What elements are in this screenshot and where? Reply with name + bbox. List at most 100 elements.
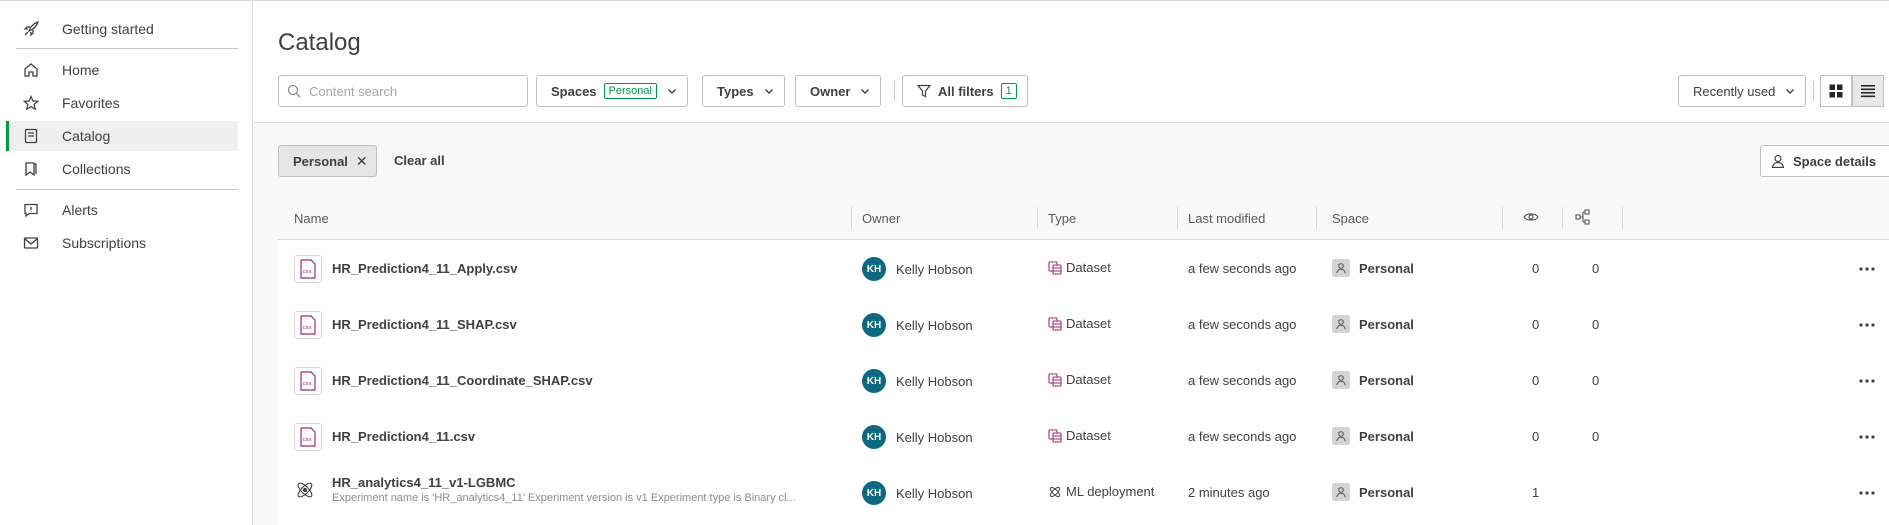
csv-file-icon: csv: [294, 311, 322, 339]
alert-icon: [22, 201, 40, 219]
toolbar-divider: [1813, 81, 1814, 101]
column-header-last-modified[interactable]: Last modified: [1188, 211, 1265, 226]
item-name[interactable]: HR_Prediction4_11_Coordinate_SHAP.csv: [332, 373, 593, 388]
clear-all-button[interactable]: Clear all: [394, 153, 445, 168]
item-name-cell: HR_analytics4_11_v1-LGBMC Experiment nam…: [332, 475, 802, 504]
item-name[interactable]: HR_Prediction4_11_SHAP.csv: [332, 317, 517, 332]
type-cell: Dataset: [1048, 428, 1111, 443]
owner-filter-button[interactable]: Owner: [795, 75, 882, 107]
all-filters-button[interactable]: All filters 1: [902, 75, 1028, 107]
space-name: Personal: [1359, 484, 1414, 500]
space-details-button[interactable]: Space details: [1760, 145, 1889, 177]
sidebar-item-getting-started[interactable]: Getting started: [6, 14, 238, 44]
sidebar-item-label: Favorites: [62, 95, 120, 111]
spaces-filter-button[interactable]: Spaces Personal: [536, 75, 688, 107]
more-options-icon[interactable]: [1855, 257, 1879, 281]
column-resizer[interactable]: [851, 207, 852, 229]
type-cell: Dataset: [1048, 372, 1111, 387]
search-input[interactable]: [309, 83, 509, 99]
item-name[interactable]: HR_Prediction4_11.csv: [332, 429, 475, 444]
main-panel: Catalog Spaces Personal Types Owner: [254, 1, 1889, 525]
sidebar-item-label: Home: [62, 62, 100, 78]
owner-cell: KH Kelly Hobson: [862, 257, 973, 281]
svg-text:csv: csv: [303, 269, 313, 275]
type-label: Dataset: [1066, 316, 1111, 331]
column-resizer[interactable]: [1037, 207, 1038, 229]
avatar: KH: [862, 425, 886, 449]
ml-deployment-icon: [1048, 485, 1062, 499]
owner-name: Kelly Hobson: [896, 485, 973, 501]
catalog-toolbar: Catalog Spaces Personal Types Owner: [254, 1, 1889, 123]
last-modified: a few seconds ago: [1188, 373, 1297, 388]
catalog-icon: [22, 127, 40, 145]
filter-chip-personal[interactable]: Personal ✕: [278, 145, 377, 177]
item-name[interactable]: HR_analytics4_11_v1-LGBMC: [332, 475, 516, 490]
sidebar-item-alerts[interactable]: Alerts: [6, 195, 238, 225]
sidebar-item-collections[interactable]: Collections: [6, 154, 238, 184]
owner-cell: KH Kelly Hobson: [862, 481, 973, 505]
sidebar-item-label: Alerts: [62, 202, 98, 218]
space-name: Personal: [1359, 316, 1414, 332]
lineage-count: 0: [1592, 373, 1600, 388]
owner-name: Kelly Hobson: [896, 317, 973, 333]
space-name: Personal: [1359, 260, 1414, 276]
dataset-icon: [1048, 372, 1062, 387]
item-name[interactable]: HR_Prediction4_11_Apply.csv: [332, 261, 517, 276]
owner-name: Kelly Hobson: [896, 261, 973, 277]
catalog-content: Personal ✕ Clear all Space details Name …: [254, 124, 1889, 525]
table-header: Name Owner Type Last modified Space: [278, 197, 1889, 240]
sidebar-item-label: Subscriptions: [62, 235, 147, 251]
lineage-icon[interactable]: [1575, 209, 1591, 228]
filter-chip-label: Personal: [293, 153, 348, 169]
type-cell: ML deployment: [1048, 484, 1154, 499]
avatar: KH: [862, 481, 886, 505]
column-resizer[interactable]: [1316, 207, 1317, 229]
column-resizer[interactable]: [1502, 207, 1503, 229]
dataset-icon: [1048, 260, 1062, 275]
types-filter-button[interactable]: Types: [702, 75, 785, 107]
sidebar-item-subscriptions[interactable]: Subscriptions: [6, 228, 238, 258]
sidebar-item-home[interactable]: Home: [6, 55, 238, 85]
grid-view-button[interactable]: [1820, 75, 1852, 107]
sort-dropdown[interactable]: Recently used: [1678, 75, 1807, 107]
table-row[interactable]: HR_analytics4_11_v1-LGBMC Experiment nam…: [278, 465, 1889, 521]
table-row[interactable]: csv HR_Prediction4_11.csv KH Kelly Hobso…: [278, 409, 1889, 465]
views-count: 1: [1532, 485, 1540, 500]
column-resizer[interactable]: [1562, 207, 1563, 229]
type-label: ML deployment: [1066, 484, 1155, 499]
more-options-icon[interactable]: [1855, 481, 1879, 505]
column-header-owner[interactable]: Owner: [862, 211, 900, 226]
views-icon[interactable]: [1523, 210, 1539, 227]
filter-icon: [917, 84, 931, 98]
table-row[interactable]: csv HR_Prediction4_11_Apply.csv KH Kelly…: [278, 241, 1889, 297]
search-box[interactable]: [278, 75, 528, 107]
table-row[interactable]: csv HR_Prediction4_11_SHAP.csv KH Kelly …: [278, 297, 1889, 353]
type-label: Dataset: [1066, 428, 1111, 443]
column-resizer[interactable]: [1622, 207, 1623, 229]
sidebar-item-catalog[interactable]: Catalog: [6, 121, 238, 151]
catalog-table: Name Owner Type Last modified Space csv …: [278, 197, 1889, 525]
column-header-name[interactable]: Name: [294, 211, 329, 226]
more-options-icon[interactable]: [1855, 313, 1879, 337]
ml-deployment-icon: [294, 479, 316, 501]
close-icon[interactable]: ✕: [356, 153, 368, 170]
dataset-icon: [1048, 428, 1062, 443]
filter-count-badge: 1: [1000, 83, 1017, 99]
sidebar-item-favorites[interactable]: Favorites: [6, 88, 238, 118]
column-header-space[interactable]: Space: [1332, 211, 1369, 226]
item-description: Experiment name is 'HR_analytics4_11' Ex…: [332, 492, 796, 504]
more-options-icon[interactable]: [1855, 369, 1879, 393]
mail-icon: [22, 234, 40, 252]
more-options-icon[interactable]: [1855, 425, 1879, 449]
last-modified: a few seconds ago: [1188, 429, 1297, 444]
space-cell: Personal: [1332, 483, 1414, 501]
last-modified: a few seconds ago: [1188, 261, 1297, 276]
column-header-type[interactable]: Type: [1048, 211, 1076, 226]
owner-name: Kelly Hobson: [896, 373, 973, 389]
space-name: Personal: [1359, 428, 1414, 444]
table-row[interactable]: csv HR_Prediction4_11_Coordinate_SHAP.cs…: [278, 353, 1889, 409]
spaces-filter-label: Spaces: [551, 83, 597, 99]
column-resizer[interactable]: [1177, 207, 1178, 229]
list-view-button[interactable]: [1852, 75, 1884, 107]
dataset-icon: [1048, 316, 1062, 331]
